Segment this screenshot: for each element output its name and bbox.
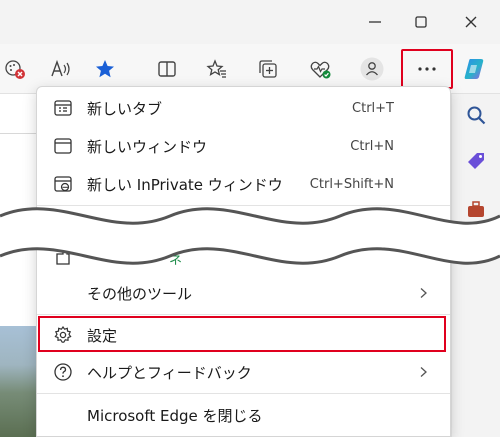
menu-separator — [37, 314, 450, 315]
sidebar-search-button[interactable] — [461, 100, 491, 130]
menu-item-label: 新しいウィンドウ — [87, 137, 208, 156]
page-divider — [0, 133, 36, 134]
close-icon — [465, 16, 477, 28]
help-icon — [52, 361, 74, 383]
menu-item-close-edge[interactable]: Microsoft Edge を閉じる — [37, 396, 450, 434]
close-window-button[interactable] — [448, 0, 494, 44]
profile-button[interactable] — [355, 52, 389, 86]
split-screen-button[interactable] — [150, 52, 184, 86]
profile-icon — [360, 57, 384, 81]
favorites-icon — [206, 59, 226, 78]
collections-icon — [259, 60, 277, 78]
split-screen-icon — [158, 61, 176, 77]
favorite-this-page-button[interactable] — [88, 52, 122, 86]
copilot-button[interactable] — [458, 52, 492, 86]
search-icon — [467, 106, 486, 125]
inprivate-window-icon — [52, 173, 74, 195]
menu-item-label: その他のツール — [87, 284, 193, 303]
site-info-blocked-icon — [5, 60, 25, 79]
minimize-icon — [369, 21, 381, 23]
read-aloud-icon — [51, 59, 70, 77]
browser-essentials-button[interactable] — [303, 52, 337, 86]
shopping-tag-icon — [468, 153, 484, 169]
chevron-right-icon — [416, 365, 430, 379]
menu-item-more-tools[interactable]: その他のツール — [37, 274, 450, 312]
menu-item-new-tab[interactable]: 新しいタブ Ctrl+T — [37, 89, 450, 127]
favorite-star-icon — [96, 60, 114, 78]
omission-wave-break — [0, 207, 500, 265]
sidebar-shopping-button[interactable] — [461, 146, 491, 176]
menu-item-label: ヘルプとフィードバック — [87, 363, 252, 382]
menu-item-label: 新しいタブ — [87, 99, 163, 118]
menu-item-shortcut: Ctrl+T — [352, 100, 394, 116]
maximize-icon — [415, 16, 427, 28]
title-bar — [0, 0, 500, 44]
menu-separator — [37, 393, 450, 394]
chevron-right-icon — [416, 286, 430, 300]
menu-item-label: Microsoft Edge を閉じる — [87, 406, 263, 425]
site-info-button[interactable] — [0, 52, 32, 86]
new-tab-icon — [52, 97, 74, 119]
collections-button[interactable] — [251, 52, 285, 86]
menu-item-shortcut: Ctrl+Shift+N — [309, 176, 394, 192]
settings-item-highlight — [38, 316, 446, 352]
new-window-icon — [52, 135, 74, 157]
more-button-highlight — [401, 49, 453, 89]
copilot-icon — [464, 59, 484, 79]
minimize-button[interactable] — [352, 0, 398, 44]
maximize-button[interactable] — [398, 0, 444, 44]
favorites-button[interactable] — [200, 52, 234, 86]
browser-essentials-icon — [310, 61, 331, 79]
menu-item-label: 新しい InPrivate ウィンドウ — [87, 175, 283, 194]
menu-item-help-and-feedback[interactable]: ヘルプとフィードバック — [37, 353, 450, 391]
menu-item-new-window[interactable]: 新しいウィンドウ Ctrl+N — [37, 127, 450, 165]
page-landscape-image — [0, 326, 40, 437]
menu-item-shortcut: Ctrl+N — [350, 138, 394, 154]
read-aloud-button[interactable] — [44, 52, 78, 86]
